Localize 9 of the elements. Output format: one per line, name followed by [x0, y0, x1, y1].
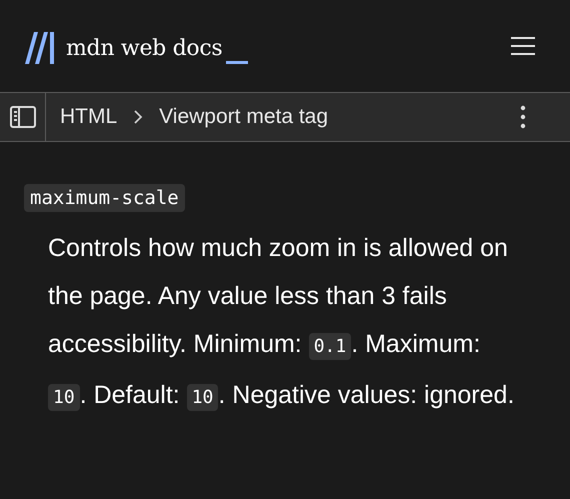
description-text: Controls how much zoom in is allowed on the page. Any value less than 3 fails accessibility. Minimum: 0.1 . Maximum: 10 . Default: 10 . Negative values: ignored. — [48, 233, 516, 413]
menu-icon[interactable] — [510, 36, 536, 56]
sidebar-icon[interactable] — [10, 106, 36, 128]
breadcrumb-link[interactable]: HTML — [60, 105, 118, 129]
term-code: maximum-scale — [24, 184, 185, 212]
more-icon[interactable] — [520, 105, 526, 129]
mdn-logo[interactable]: mdn web docs — [25, 32, 248, 64]
chevron-icon — [133, 109, 144, 125]
breadcrumb-link[interactable]: Viewport meta tag — [159, 105, 328, 129]
